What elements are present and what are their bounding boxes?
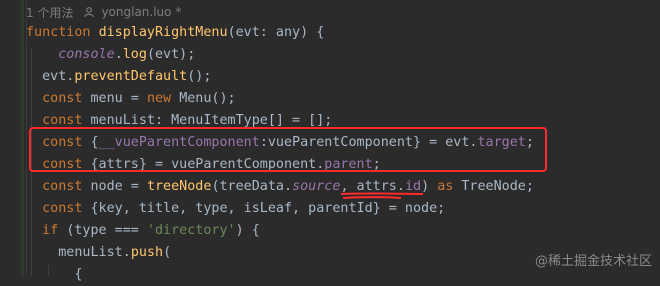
token: function <box>26 25 99 40</box>
code-line-10: if (type === 'directory') { <box>26 220 260 242</box>
token: as <box>437 179 462 194</box>
token: { <box>74 267 83 282</box>
code-line-2: console.log(evt); <box>26 44 195 66</box>
token: log <box>122 47 147 62</box>
token: menuList. <box>58 245 131 260</box>
token: preventDefault <box>74 69 188 84</box>
author-name: yonglan.luo * <box>101 5 182 19</box>
highlight-annotation-box <box>29 127 547 172</box>
token: ) { <box>235 223 260 238</box>
token: . <box>114 47 123 62</box>
token: 'directory' <box>146 223 236 238</box>
code-line-12: { <box>26 264 82 286</box>
watermark: @稀土掘金技术社区 <box>535 250 652 269</box>
token: TreeNode; <box>461 179 534 194</box>
token: menuList: MenuItemType[] = []; <box>90 113 333 128</box>
vcs-change-marker <box>21 0 24 276</box>
token: (evt); <box>146 47 196 62</box>
code-line-9: const {key, title, type, isLeaf, parentI… <box>26 198 445 220</box>
token: new <box>146 91 180 106</box>
code-line-8: const node = treeNode(treeData.source, a… <box>26 176 534 198</box>
function-name: displayRightMenu <box>98 25 228 40</box>
code-line-11: menuList.push( <box>26 242 171 264</box>
token: console <box>58 47 115 62</box>
token: (); <box>187 69 212 84</box>
underline-annotation <box>340 192 424 199</box>
token: push <box>130 245 164 260</box>
token: (treeData. <box>211 179 293 194</box>
token: const <box>42 201 91 216</box>
author-icon <box>83 6 95 18</box>
token: const <box>42 179 91 194</box>
token: Menu(); <box>179 91 236 106</box>
token: const <box>42 91 91 106</box>
token: const <box>42 113 91 128</box>
token: treeNode <box>146 179 212 194</box>
token: (evt: any) { <box>227 25 325 40</box>
token: (type === <box>66 223 147 238</box>
token: evt. <box>42 69 75 84</box>
code-line-3: evt.preventDefault(); <box>26 66 211 88</box>
token: if <box>42 223 67 238</box>
token: menu = <box>90 91 147 106</box>
code-vision-hint[interactable]: 1 个用法 yonglan.luo * <box>26 3 181 21</box>
code-editor[interactable]: 1 个用法 yonglan.luo * function displayRigh… <box>0 0 660 282</box>
token: {key, title, type, isLeaf, parentId} = n… <box>90 201 446 216</box>
token: node = <box>90 179 147 194</box>
token: ( <box>163 245 172 260</box>
usages-count[interactable]: 1 个用法 <box>26 4 73 21</box>
token: source <box>292 179 341 194</box>
watermark-text: @稀土掘金技术社区 <box>534 254 652 269</box>
code-line-4: const menu = new Menu(); <box>26 88 236 110</box>
code-line-1: function displayRightMenu(evt: any) { <box>26 22 324 44</box>
